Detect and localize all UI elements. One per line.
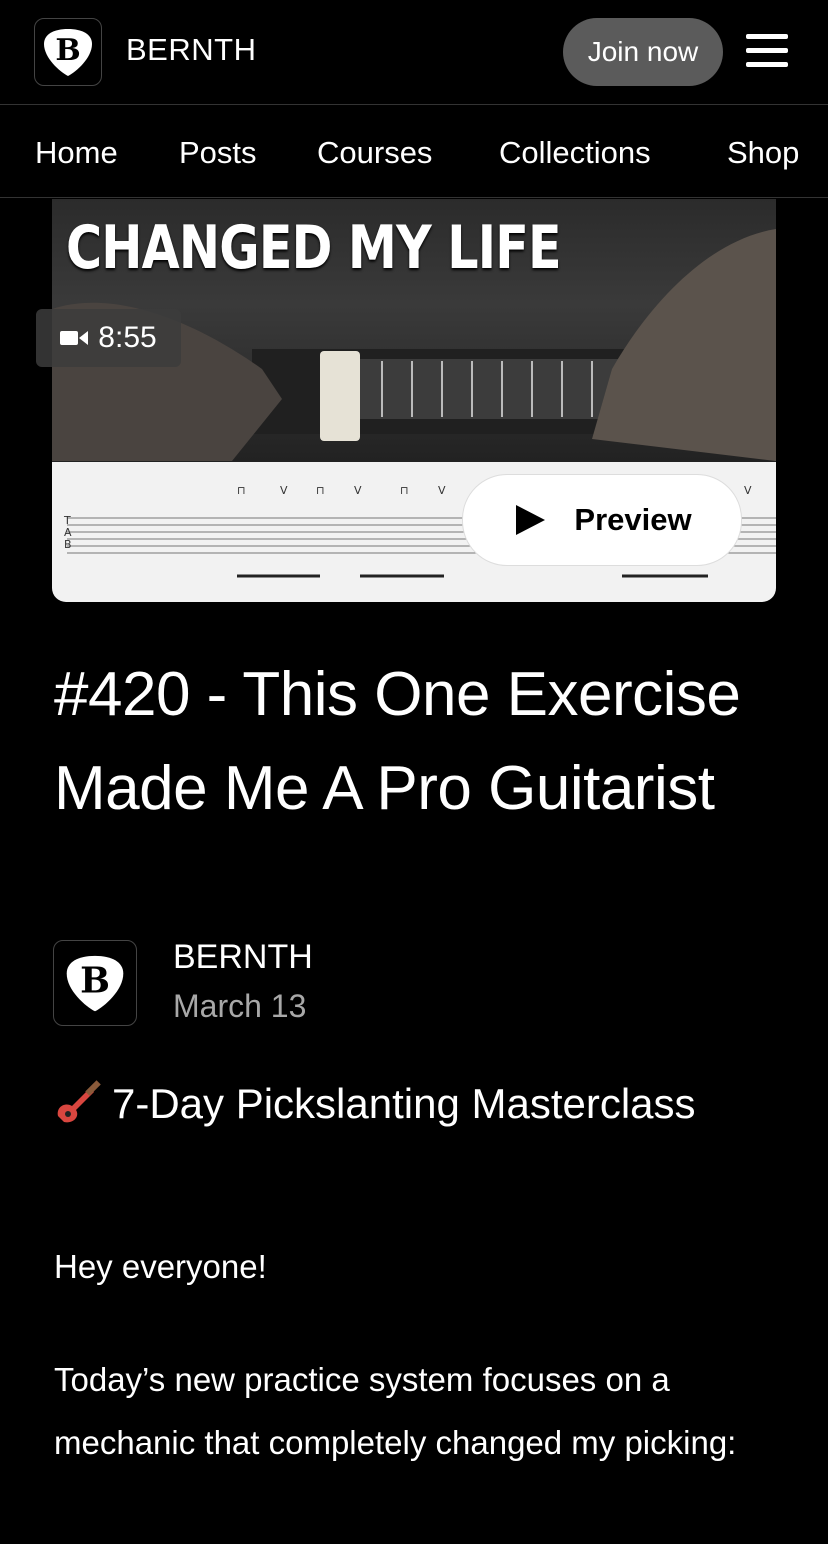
svg-text:⊓: ⊓ bbox=[237, 484, 246, 497]
join-now-button[interactable]: Join now bbox=[563, 18, 723, 86]
nav-courses[interactable]: Courses bbox=[317, 135, 432, 171]
logo[interactable]: B bbox=[34, 18, 102, 86]
intro-paragraph: Today’s new practice system focuses on a… bbox=[54, 1361, 737, 1462]
svg-text:B: B bbox=[64, 538, 72, 551]
preview-label: Preview bbox=[574, 502, 692, 537]
thumbnail-title: CHANGED MY LIFE bbox=[66, 213, 562, 283]
svg-text:B: B bbox=[55, 33, 80, 68]
duration-label: 8:55 bbox=[98, 321, 157, 354]
greeting-paragraph: Hey everyone! bbox=[54, 1248, 267, 1285]
preview-button[interactable]: Preview bbox=[462, 474, 742, 566]
course-heading-text: 7-Day Pickslanting Masterclass bbox=[112, 1080, 696, 1127]
nav-collections[interactable]: Collections bbox=[499, 135, 651, 171]
nav-home[interactable]: Home bbox=[35, 135, 118, 171]
svg-text:V: V bbox=[744, 484, 752, 497]
svg-text:⊓: ⊓ bbox=[400, 484, 409, 497]
author-avatar[interactable]: B bbox=[53, 940, 137, 1026]
main-nav: Home Posts Courses Collections Shop bbox=[0, 105, 828, 198]
course-heading: 7-Day Pickslanting Masterclass bbox=[54, 1074, 754, 1135]
guitar-pick-logo-icon: B bbox=[44, 29, 92, 76]
svg-text:V: V bbox=[354, 484, 362, 497]
svg-text:V: V bbox=[438, 484, 446, 497]
hamburger-menu-icon[interactable] bbox=[746, 34, 788, 70]
svg-text:V: V bbox=[280, 484, 288, 497]
video-duration-badge: 8:55 bbox=[36, 309, 181, 367]
svg-text:B: B bbox=[80, 960, 110, 1001]
brand-name[interactable]: BERNTH bbox=[126, 32, 256, 68]
svg-text:⊓: ⊓ bbox=[316, 484, 325, 497]
guitar-icon bbox=[57, 1080, 101, 1123]
author-name[interactable]: BERNTH bbox=[173, 938, 313, 977]
nav-shop[interactable]: Shop bbox=[727, 135, 799, 171]
video-camera-icon bbox=[60, 331, 89, 345]
nav-posts[interactable]: Posts bbox=[179, 135, 257, 171]
post-title: #420 - This One Exercise Made Me A Pro G… bbox=[54, 660, 741, 824]
play-icon bbox=[516, 505, 546, 535]
guitar-pick-logo-icon: B bbox=[66, 955, 124, 1012]
top-bar: B BERNTH Join now bbox=[0, 0, 828, 105]
post-date: March 13 bbox=[173, 988, 307, 1024]
